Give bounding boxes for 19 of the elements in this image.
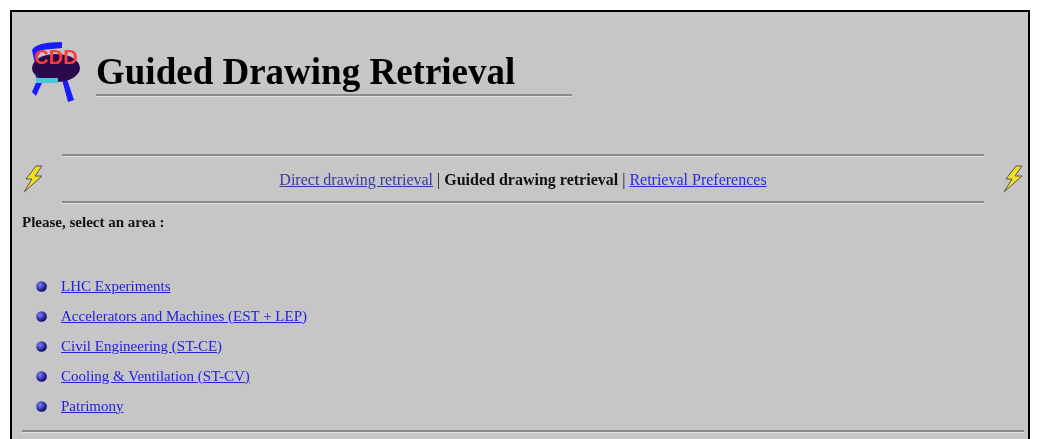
bullet-icon: [36, 280, 47, 292]
lightning-bolt-icon: [22, 165, 44, 193]
bullet-icon: [36, 310, 47, 322]
area-link[interactable]: Accelerators and Machines (EST + LEP): [61, 307, 308, 325]
bullet-icon: [36, 400, 47, 412]
nav-link[interactable]: Retrieval Preferences: [629, 171, 767, 188]
bullet-icon: [36, 370, 47, 382]
nav-link[interactable]: Direct drawing retrieval: [279, 171, 434, 188]
area-link[interactable]: Civil Engineering (ST-CE): [61, 337, 223, 355]
page-title: Guided Drawing Retrieval: [96, 50, 517, 94]
area-link[interactable]: Cooling & Ventilation (ST-CV): [61, 367, 250, 385]
lightning-bolt-icon: [1002, 165, 1024, 193]
area-link[interactable]: Patrimony: [61, 397, 124, 415]
separator: |: [622, 171, 626, 188]
area-link[interactable]: LHC Experiments: [61, 277, 171, 295]
bullet-icon: [36, 340, 47, 352]
prompt-text: Please, select an area :: [22, 214, 166, 231]
current-page-label: Guided drawing retrieval: [444, 171, 619, 188]
separator: |: [437, 171, 441, 188]
